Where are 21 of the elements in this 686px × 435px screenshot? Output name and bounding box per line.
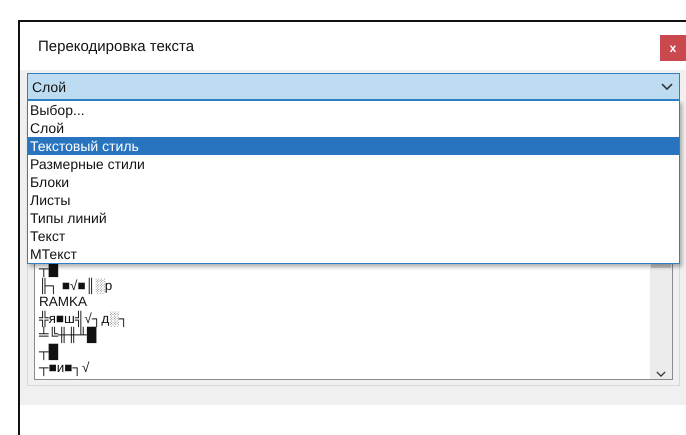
dropdown-option[interactable]: Текст (28, 227, 679, 245)
close-button[interactable]: x (660, 35, 686, 61)
category-dropdown[interactable]: Слой (27, 73, 680, 100)
scroll-down-icon (656, 371, 666, 377)
dropdown-option[interactable]: Листы (28, 191, 679, 209)
list-item[interactable]: ╟┐ ■√■║░р (39, 278, 646, 294)
list-item[interactable]: ╧╚╫╫╨█ (39, 327, 646, 344)
list-item[interactable]: RAMKA (39, 294, 646, 310)
list-item[interactable]: ╬я■ш╣√┐д░┐ (39, 310, 646, 327)
dropdown-option[interactable]: Размерные стили (28, 155, 679, 173)
dropdown-option[interactable]: Выбор... (28, 101, 679, 119)
dropdown-option[interactable]: Типы линий (28, 209, 679, 227)
dropdown-option[interactable]: Текстовый стиль (28, 137, 679, 155)
dropdown-option[interactable]: Слой (28, 119, 679, 137)
chevron-down-icon (661, 82, 673, 90)
dropdown-option[interactable]: Блоки (28, 173, 679, 191)
window-title: Перекодировка текста (38, 38, 194, 54)
list-item[interactable]: ┬█ (39, 344, 646, 360)
dropdown-option[interactable]: МТекст (28, 245, 679, 263)
list-item[interactable]: ┬■и■┐√ (39, 360, 646, 376)
dropdown-value: Слой (32, 78, 66, 94)
